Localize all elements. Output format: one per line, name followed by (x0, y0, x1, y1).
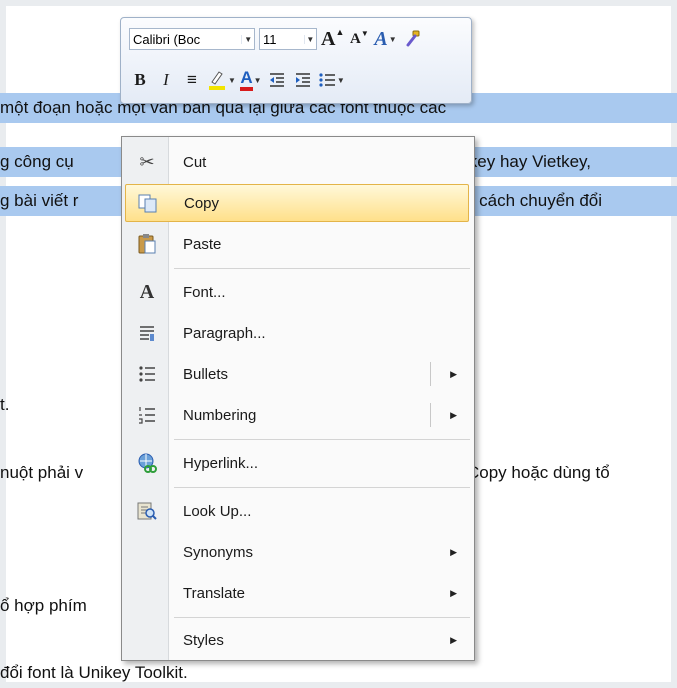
menu-item-font[interactable]: A Font... (125, 273, 469, 311)
menu-item-paragraph[interactable]: Paragraph... (125, 314, 469, 352)
lookup-icon (129, 496, 165, 526)
menu-item-label: Translate (183, 584, 245, 602)
format-painter-button[interactable] (401, 26, 423, 52)
document-line-2-left: g công cụ (0, 152, 74, 171)
shrink-font-button[interactable]: A ▼ (348, 26, 370, 52)
menu-item-label: Bullets (183, 365, 229, 383)
scissors-icon: ✂ (139, 151, 155, 172)
numbering-icon (129, 400, 165, 430)
menu-item-label: Cut (183, 153, 207, 171)
shrink-font-icon: A (349, 30, 361, 47)
chevron-right-icon[interactable]: ▶ (450, 369, 457, 380)
chevron-down-icon: ▼ (388, 34, 397, 44)
menu-item-bullets[interactable]: Bullets ▶ (125, 355, 469, 393)
chevron-right-icon[interactable]: ▶ (450, 547, 457, 558)
submenu-separator (430, 362, 431, 386)
chevron-down-icon: ▼ (253, 75, 262, 85)
menu-item-label: Hyperlink... (183, 454, 259, 472)
menu-separator (174, 439, 470, 440)
increase-indent-icon (295, 73, 310, 87)
document-line-5-left[interactable]: nuột phải v (0, 458, 83, 488)
mini-toolbar-row-1: Calibri (Boc ▼ 11 ▼ A ▲ A ▼ A ▼ (129, 24, 427, 54)
grow-font-button[interactable]: A ▲ (321, 26, 344, 52)
decrease-indent-icon (269, 73, 284, 87)
document-line-5-right[interactable]: Copy hoặc dùng tổ (467, 458, 610, 488)
menu-item-label: Numbering (183, 406, 257, 424)
menu-item-paste[interactable]: Paste (125, 225, 469, 263)
menu-item-cut[interactable]: ✂ Cut (125, 143, 469, 181)
font-size-value: 11 (263, 31, 277, 47)
menu-item-label: Paste (183, 235, 222, 253)
menu-item-label: Styles (183, 631, 224, 649)
menu-separator (174, 268, 470, 269)
chevron-down-icon: ▼ (336, 75, 345, 85)
blank-icon (129, 578, 165, 608)
font-icon: A (139, 280, 155, 303)
font-size-combo[interactable]: 11 ▼ (259, 28, 317, 50)
chevron-right-icon[interactable]: ▶ (450, 410, 457, 421)
document-line-6[interactable]: ổ hợp phím (0, 591, 87, 621)
paragraph-icon (129, 318, 165, 348)
decrease-indent-button[interactable] (266, 67, 288, 93)
menu-item-label: Font... (183, 283, 226, 301)
highlight-button[interactable]: ▼ (207, 67, 236, 93)
increase-indent-button[interactable] (292, 67, 314, 93)
styles-button[interactable]: A ▼ (374, 26, 396, 52)
bullets-icon (129, 359, 165, 389)
chevron-right-icon[interactable]: ▶ (450, 588, 457, 599)
chevron-right-icon[interactable]: ▶ (450, 635, 457, 646)
format-painter-icon (406, 30, 420, 47)
font-name-combo[interactable]: Calibri (Boc ▼ (129, 28, 255, 50)
styles-icon: A (374, 27, 388, 50)
menu-item-numbering[interactable]: Numbering ▶ (125, 396, 469, 434)
document-line-7[interactable]: đổi font là Unikey Toolkit. (0, 658, 188, 688)
menu-item-label: Paragraph... (183, 324, 266, 342)
font-color-icon: A (240, 69, 253, 91)
blank-icon (129, 625, 165, 655)
menu-item-label: Synonyms (183, 543, 254, 561)
chevron-down-icon[interactable]: ▼ (303, 34, 316, 44)
document-line-3-left: g bài viết r (0, 191, 79, 210)
mini-toolbar: Calibri (Boc ▼ 11 ▼ A ▲ A ▼ A ▼ B I ≡ ▼ … (120, 17, 472, 104)
menu-item-synonyms[interactable]: Synonyms ▶ (125, 533, 469, 571)
context-menu: ✂ Cut Copy Paste A Font... Paragraph... … (121, 136, 475, 661)
document-line-4[interactable]: t. (0, 390, 9, 420)
menu-item-look-up[interactable]: Look Up... (125, 492, 469, 530)
font-color-button[interactable]: A ▼ (240, 67, 262, 93)
menu-item-hyperlink[interactable]: Hyperlink... (125, 444, 469, 482)
document-line-2-right: ikey hay Vietkey, (465, 152, 591, 171)
chevron-down-icon[interactable]: ▼ (241, 34, 254, 44)
document-line-3-right: n cách chuyển đổi (465, 191, 603, 210)
menu-item-translate[interactable]: Translate ▶ (125, 574, 469, 612)
grow-font-icon: A (321, 27, 336, 50)
hyperlink-icon (129, 448, 165, 478)
bullets-icon (319, 73, 335, 87)
menu-item-copy[interactable]: Copy (125, 184, 469, 222)
bold-button[interactable]: B (129, 67, 151, 93)
center-align-button[interactable]: ≡ (181, 67, 203, 93)
paste-icon (129, 229, 165, 259)
menu-separator (174, 617, 470, 618)
bullets-toolbar-button[interactable]: ▼ (318, 67, 345, 93)
mini-toolbar-row-2: B I ≡ ▼ A ▼ ▼ (129, 65, 349, 95)
highlighter-icon (209, 71, 225, 90)
submenu-separator (430, 403, 431, 427)
chevron-down-icon: ▼ (228, 75, 236, 85)
menu-item-label: Look Up... (183, 502, 252, 520)
menu-item-styles[interactable]: Styles ▶ (125, 621, 469, 659)
menu-separator (174, 487, 470, 488)
font-name-value: Calibri (Boc (133, 31, 201, 47)
copy-icon (130, 188, 166, 218)
italic-button[interactable]: I (155, 67, 177, 93)
blank-icon (129, 537, 165, 567)
menu-item-label: Copy (184, 194, 220, 212)
